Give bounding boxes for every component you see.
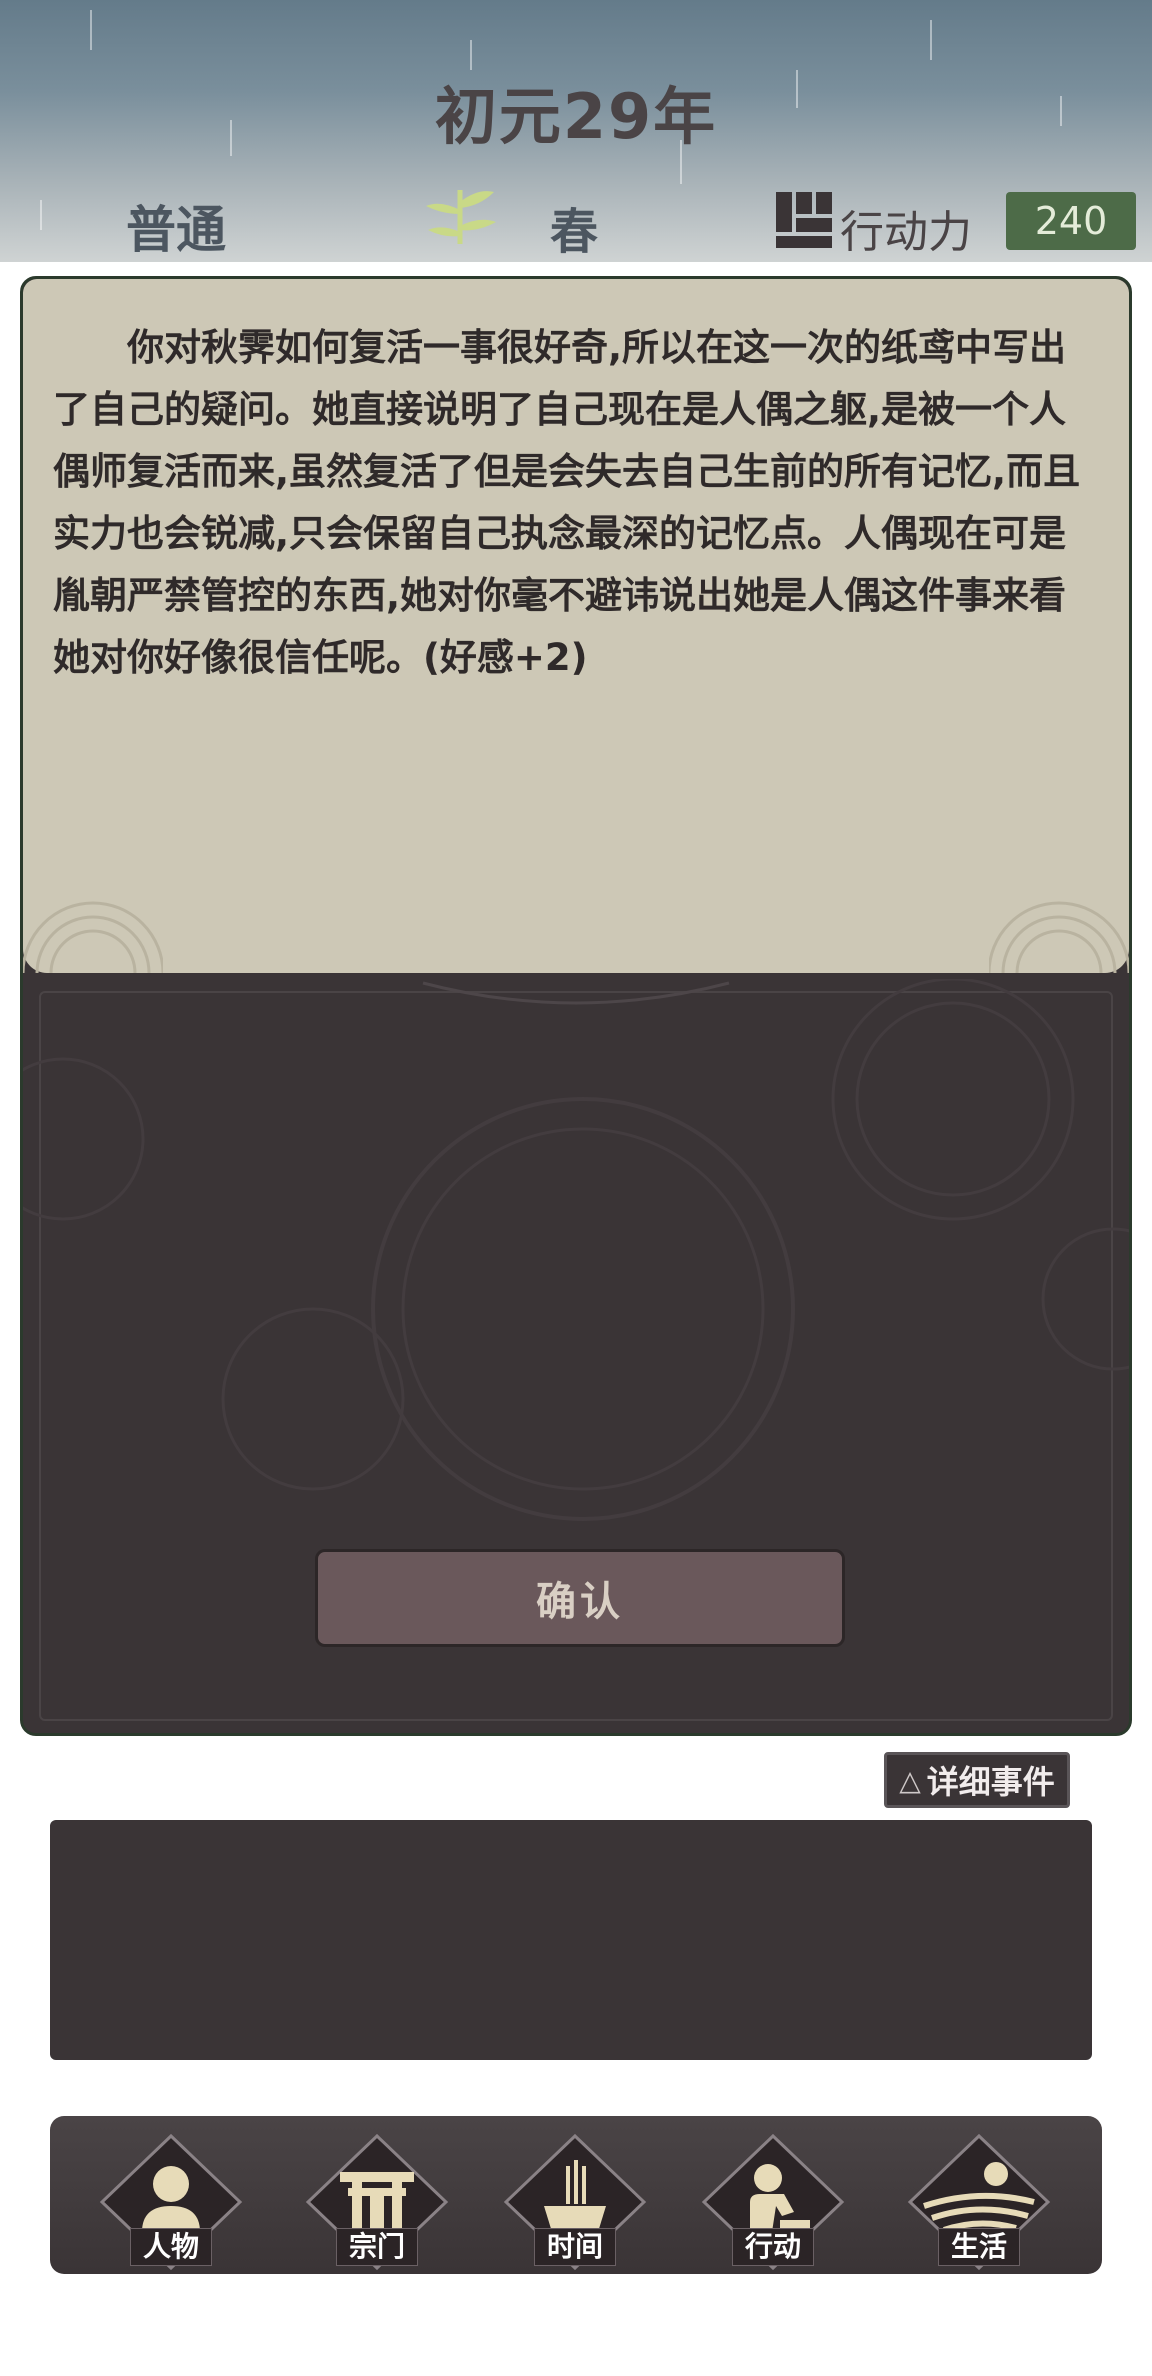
rain-streak: [930, 20, 932, 60]
nav-item-sect[interactable]: 宗门: [302, 2132, 452, 2272]
confirm-button[interactable]: 确认: [315, 1549, 845, 1647]
nav-item-character[interactable]: 人物: [96, 2132, 246, 2272]
nav-label-action: 行动: [732, 2228, 814, 2266]
year-title: 初元29年: [434, 80, 718, 153]
nav-label-character: 人物: [130, 2228, 212, 2266]
nav-item-life[interactable]: 生活: [904, 2132, 1054, 2272]
detail-events-label: 详细事件: [926, 1763, 1055, 1801]
cloud-ornament-icon: [23, 901, 163, 973]
event-text: 你对秋霁如何复活一事很好奇,所以在这一次的纸鸢中写出了自己的疑问。她直接说明了自…: [53, 326, 1081, 679]
rain-streak: [40, 200, 42, 230]
bamboo-sprout-icon: [426, 190, 496, 244]
nav-label-sect: 宗门: [336, 2228, 418, 2266]
action-points-value: 240: [1006, 192, 1136, 250]
nav-label-time: 时间: [534, 2228, 616, 2266]
rain-streak: [90, 10, 92, 50]
event-text-box: 你对秋霁如何复活一事很好奇,所以在这一次的纸鸢中写出了自己的疑问。她直接说明了自…: [23, 279, 1129, 973]
event-panel: 你对秋霁如何复活一事很好奇,所以在这一次的纸鸢中写出了自己的疑问。她直接说明了自…: [20, 276, 1132, 1736]
detail-events-button[interactable]: △ 详细事件: [884, 1752, 1070, 1808]
season-label: 春: [550, 204, 599, 260]
nav-item-time[interactable]: 时间: [500, 2132, 650, 2272]
action-points-label: 行动力: [840, 207, 972, 258]
cloud-ornament-icon: [989, 901, 1129, 973]
top-status-bar: 初元29年 普通 春 行动力 240: [0, 0, 1152, 262]
nav-label-life: 生活: [938, 2228, 1020, 2266]
triangle-icon: △: [899, 1763, 921, 1797]
nav-item-action[interactable]: 行动: [698, 2132, 848, 2272]
action-points-icon: [776, 192, 832, 248]
difficulty-label: 普通: [126, 201, 226, 259]
event-log-box: [50, 1820, 1092, 2060]
